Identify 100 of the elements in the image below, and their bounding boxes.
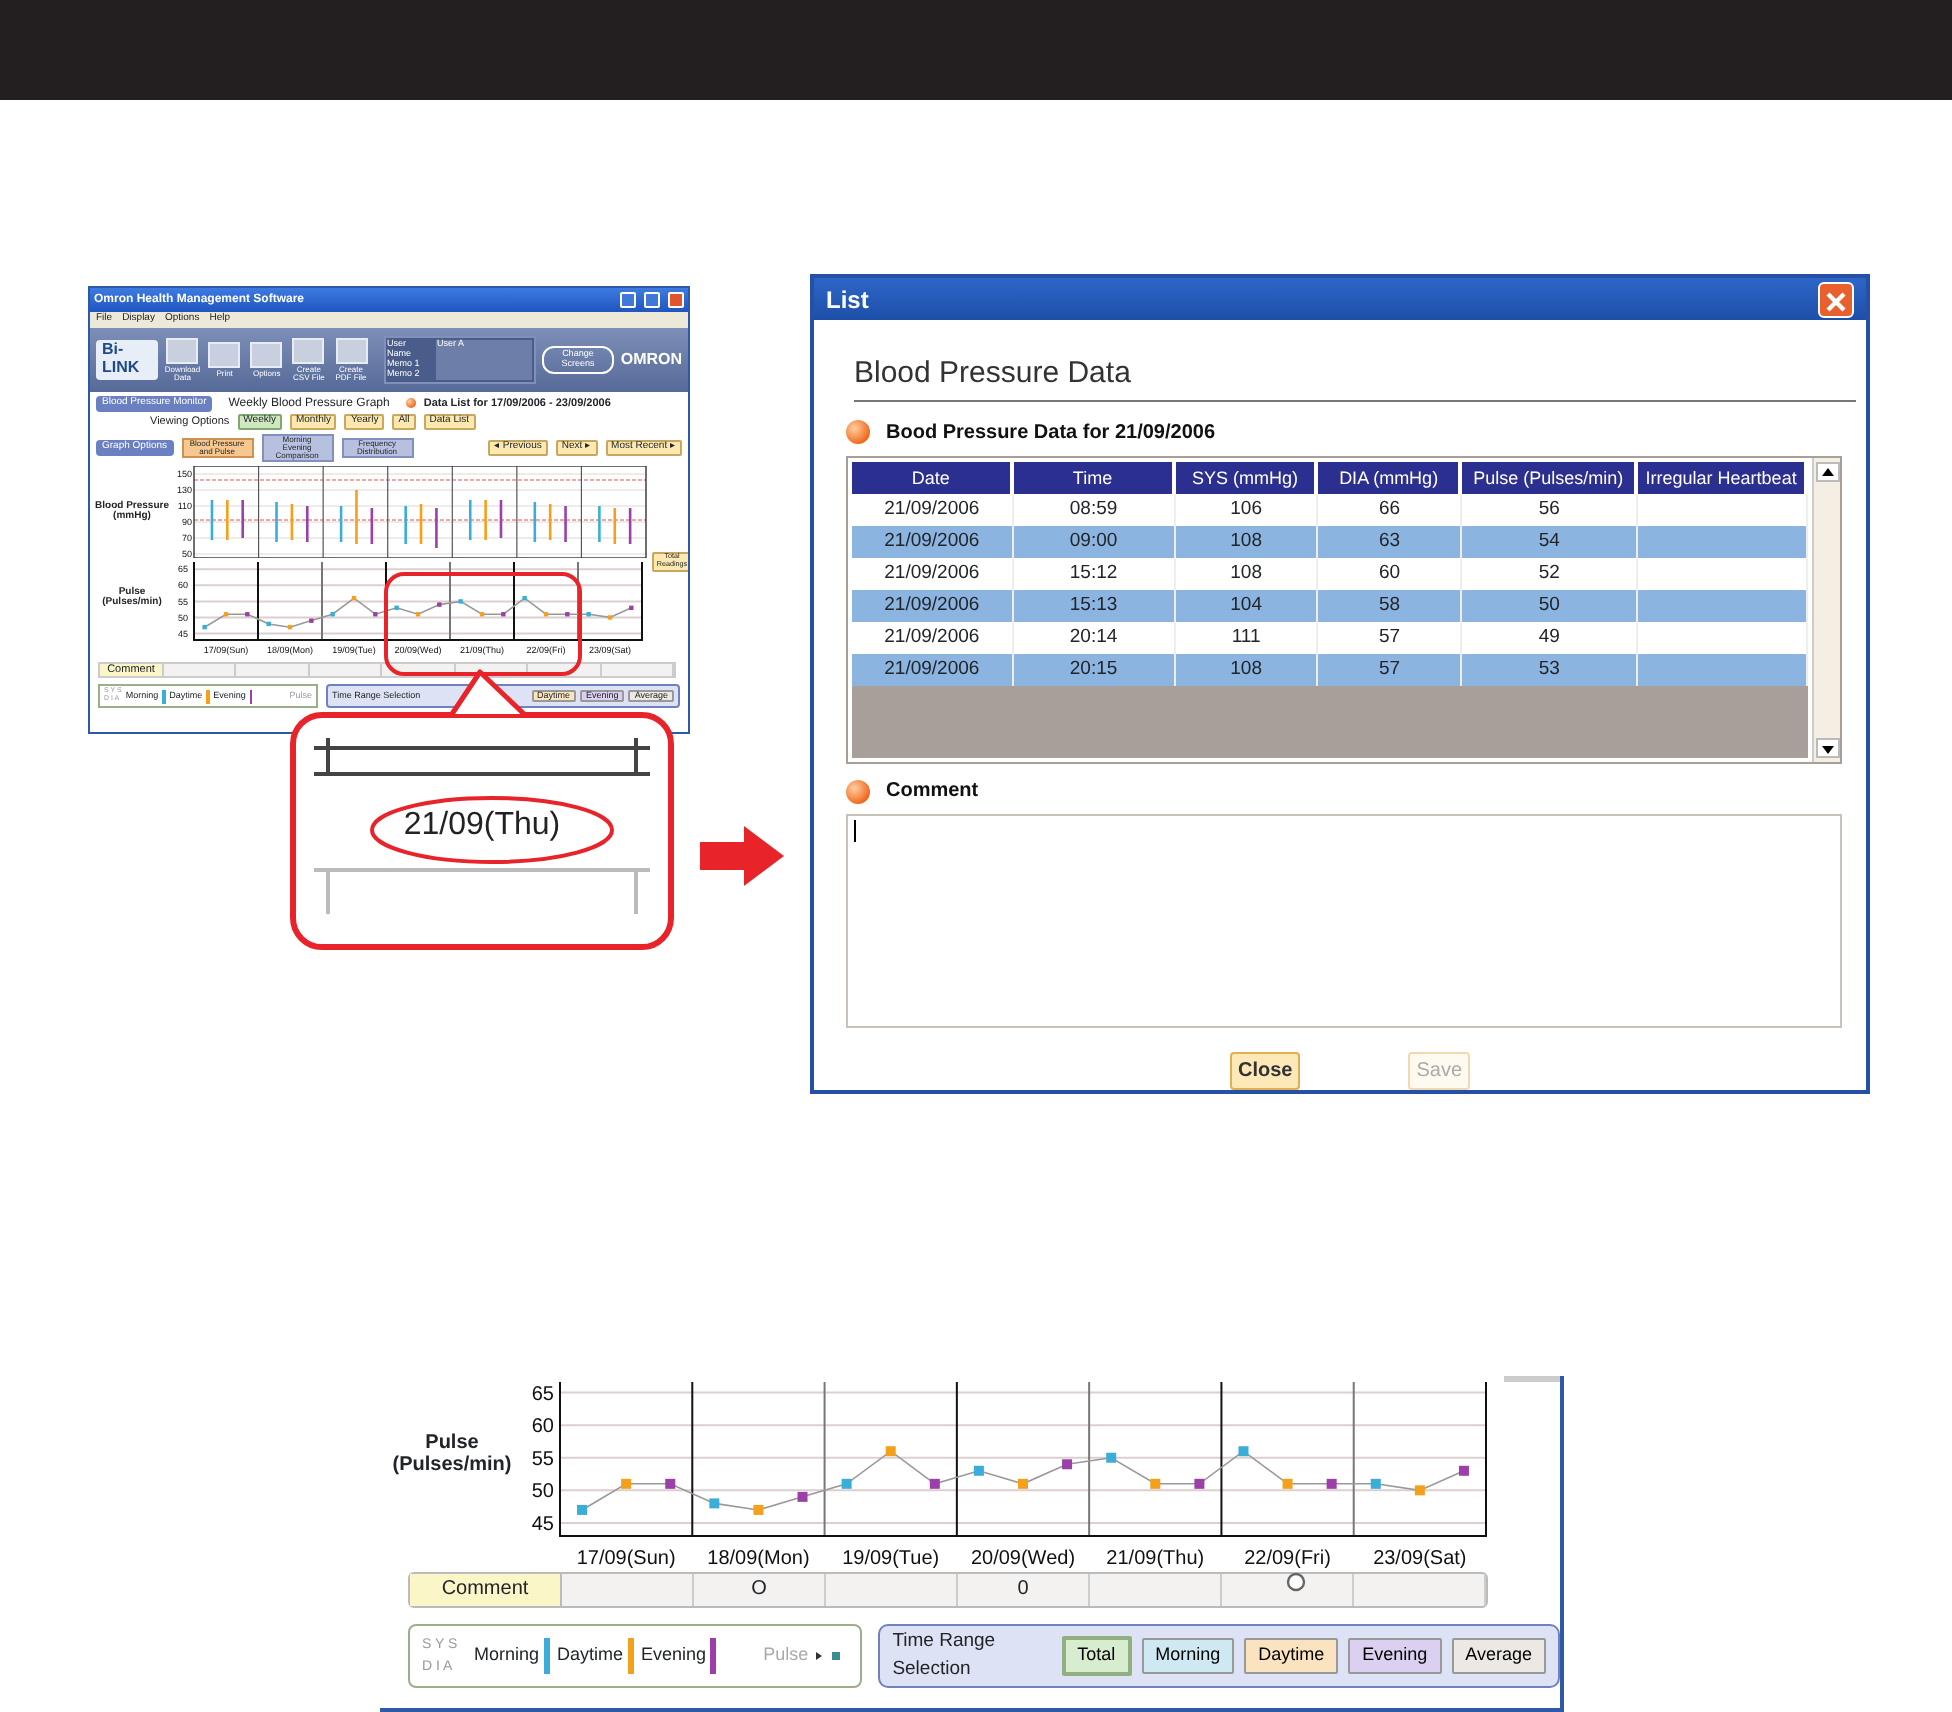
day-label: 20/09(Wed)	[970, 1548, 1076, 1568]
data-point	[1282, 1478, 1293, 1489]
data-point	[665, 1478, 676, 1489]
scroll-down-button[interactable]	[1815, 738, 1839, 759]
axis-tick-label: 65	[531, 1383, 554, 1406]
time-range-button[interactable]: Evening	[1348, 1638, 1442, 1674]
column-header[interactable]: Pulse (Pulses/min)	[1462, 461, 1639, 494]
data-point	[841, 1478, 852, 1489]
data-point	[394, 605, 399, 611]
data-point	[543, 612, 549, 617]
data-point	[973, 1465, 984, 1476]
legend-label: Daytime	[557, 1642, 624, 1669]
axis-tick-label: 55	[531, 1448, 554, 1471]
date-label: 21/09(Thu)	[403, 808, 561, 842]
minimize-button[interactable]	[620, 292, 636, 308]
data-point	[351, 595, 357, 601]
data-point	[202, 624, 207, 630]
data-point	[565, 612, 570, 617]
column-header[interactable]: Time	[1013, 461, 1176, 494]
dialog-button[interactable]: Close	[1229, 1052, 1301, 1090]
scroll-up-button[interactable]	[1815, 461, 1839, 482]
table-row[interactable]: 21/09/2006 20:15 108 57 53	[852, 653, 1808, 686]
table-cell: 108	[1175, 525, 1319, 558]
column-header[interactable]: SYS (mmHg)	[1175, 461, 1319, 494]
data-point	[1150, 1478, 1161, 1489]
dialog-title: List	[826, 283, 869, 318]
pointer-arrow	[700, 826, 784, 886]
data-point	[501, 612, 506, 617]
axis-tick-label: 60	[531, 1416, 554, 1439]
column-header[interactable]: Irregular Heartbeat	[1638, 461, 1808, 494]
day-label: 22/09(Fri)	[1244, 1548, 1331, 1568]
close-button[interactable]	[668, 292, 684, 308]
legend-label: Evening	[641, 1642, 707, 1669]
time-range-button[interactable]: Total	[1061, 1636, 1132, 1676]
data-point	[1062, 1459, 1073, 1470]
up-arrow-icon	[1817, 463, 1837, 480]
table-cell: 09:00	[1013, 525, 1176, 558]
data-point	[929, 1478, 940, 1489]
legend-label: Morning	[474, 1642, 540, 1669]
data-point	[797, 1491, 808, 1502]
data-point	[621, 1478, 632, 1489]
time-range-label: Time Range Selection	[892, 1627, 998, 1684]
data-point	[709, 1498, 720, 1509]
column-header[interactable]: Date	[852, 461, 1014, 494]
data-point	[437, 602, 442, 607]
legend-label: Pulse	[763, 1642, 809, 1669]
data-point	[586, 612, 591, 617]
table-row[interactable]: 21/09/2006 09:00 108 63 54	[852, 525, 1808, 558]
table-cell: 21/09/2006	[852, 589, 1014, 622]
data-point	[577, 1504, 588, 1515]
comment-mark: 0	[958, 1574, 1090, 1606]
table-cell: 104	[1175, 589, 1319, 622]
legend-swatch	[627, 1638, 634, 1674]
time-range-button[interactable]: Average	[1451, 1638, 1546, 1674]
time-range-button[interactable]: Morning	[1141, 1638, 1235, 1674]
data-point	[1414, 1485, 1425, 1496]
table-cell: 21/09/2006	[852, 525, 1014, 558]
data-point	[415, 612, 421, 617]
data-point	[223, 612, 229, 617]
maximize-button[interactable]	[644, 292, 660, 308]
axis-tick-label: 45	[531, 1513, 554, 1536]
app-logo: Bi-LINK	[96, 340, 159, 380]
axis-title: Pulse (Pulses/min)	[390, 1432, 514, 1476]
section-title: Bood Pressure Data for 21/09/2006	[886, 419, 1216, 448]
data-point	[245, 612, 250, 617]
time-range-button[interactable]: Daytime	[1244, 1638, 1339, 1674]
data-point	[1194, 1478, 1205, 1489]
table-cell: 50	[1462, 589, 1639, 622]
data-point	[458, 599, 463, 604]
data-point	[330, 612, 335, 617]
day-label: 23/09(Sat)	[1373, 1548, 1467, 1568]
section-title: Comment	[886, 778, 979, 807]
scrollbar[interactable]	[1812, 457, 1840, 763]
column-header[interactable]: DIA (mmHg)	[1318, 461, 1463, 494]
data-point	[629, 605, 634, 611]
data-point	[1238, 1446, 1249, 1457]
brand-logo: OMRON	[620, 351, 683, 369]
day-label: 17/09(Sun)	[576, 1548, 676, 1568]
tab-edge	[1504, 1376, 1560, 1382]
data-point	[1458, 1465, 1469, 1476]
close-button[interactable]	[1818, 281, 1854, 318]
data-point	[1326, 1478, 1337, 1489]
data-point	[373, 612, 378, 617]
bullet-icon	[846, 420, 870, 445]
data-point	[607, 615, 613, 620]
bullet-icon	[846, 779, 870, 804]
day-label: 19/09(Tue)	[842, 1548, 940, 1568]
data-point	[287, 624, 293, 630]
down-arrow-icon	[1817, 741, 1837, 758]
comment-label: Comment	[410, 1574, 562, 1606]
table-cell: 58	[1318, 589, 1463, 622]
data-point	[309, 618, 314, 623]
data-point	[479, 612, 485, 617]
data-point	[266, 621, 271, 627]
table-row[interactable]: 21/09/2006 15:13 104 58 50	[852, 589, 1808, 622]
data-point	[1106, 1452, 1117, 1463]
table-cell: 54	[1462, 525, 1639, 558]
legend-swatch	[710, 1638, 717, 1674]
data-point	[753, 1504, 764, 1515]
comment-field[interactable]	[846, 814, 1842, 1028]
